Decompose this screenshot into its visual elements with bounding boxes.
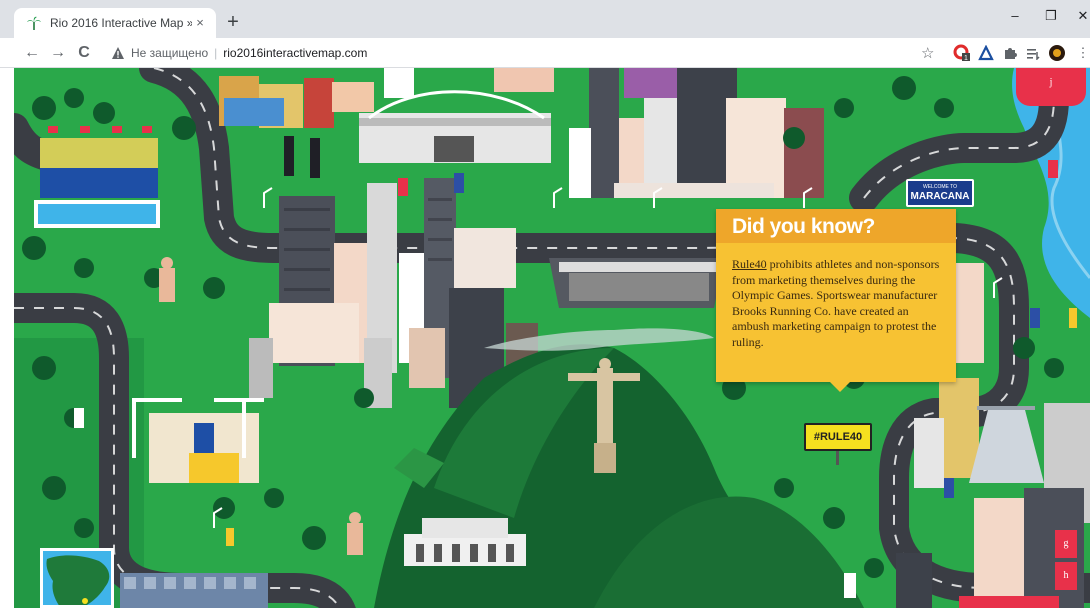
reading-list-icon[interactable] [1024, 44, 1042, 62]
brazil-shape-icon [46, 555, 110, 605]
category-tab-h[interactable]: h [1055, 562, 1077, 590]
restore-button[interactable]: ❐ [1036, 8, 1066, 24]
tab-title: Rio 2016 Interactive Map » From [50, 16, 192, 30]
security-label[interactable]: Не защищено [131, 46, 208, 60]
category-tab-j[interactable]: j [1016, 68, 1086, 106]
reload-button[interactable]: C [74, 43, 94, 63]
url-text[interactable]: rio2016interactivemap.com [223, 46, 367, 60]
maracana-sign-title: MARACANA [910, 191, 970, 202]
rule40-link[interactable]: Rule40 [732, 257, 767, 271]
minimap-brazil[interactable] [40, 548, 114, 608]
close-window-button[interactable]: ✕ [1068, 8, 1090, 24]
category-tab-g[interactable]: g [1055, 530, 1077, 558]
card-title: Did you know? [732, 215, 875, 238]
card-header: Did you know? [716, 209, 956, 243]
did-you-know-card: Did you know? Rule40 prohibits athletes … [716, 209, 956, 392]
extension-badge: 1 [964, 55, 968, 62]
card-pointer [830, 382, 850, 392]
museum-building [404, 518, 526, 566]
aquatics-venue [34, 126, 160, 228]
interactive-map[interactable]: WELCOME TO MARACANA #RULE40 Did you know… [14, 68, 1090, 608]
browser-tab[interactable]: Rio 2016 Interactive Map » From × [14, 8, 216, 38]
new-tab-button[interactable]: + [222, 12, 244, 34]
extension-triangle-icon[interactable] [977, 44, 995, 62]
maracana-sign-small-text: WELCOME TO [923, 184, 957, 190]
extensions-puzzle-icon[interactable] [1001, 44, 1019, 62]
category-tab-bar[interactable] [959, 596, 1059, 608]
maracana-stadium [549, 258, 724, 308]
forward-button[interactable]: → [48, 43, 68, 63]
profile-avatar[interactable] [1048, 44, 1066, 62]
bookmark-star-icon[interactable]: ☆ [921, 44, 934, 62]
tab-close-icon[interactable]: × [192, 15, 208, 31]
extension-red-c-icon[interactable]: 1 [953, 44, 971, 62]
menu-dots-icon[interactable]: ⋮ [1074, 44, 1090, 62]
card-body: Rule40 prohibits athletes and non-sponso… [716, 243, 956, 350]
minimize-button[interactable]: – [1000, 8, 1030, 23]
back-button[interactable]: ← [22, 43, 42, 63]
tab-strip: Rio 2016 Interactive Map » From × + – ❐ … [0, 0, 1090, 38]
warning-icon[interactable] [111, 46, 125, 60]
rule40-hashtag-sign[interactable]: #RULE40 [804, 423, 872, 451]
address-bar[interactable]: Не защищено | rio2016interactivemap.com [103, 41, 943, 65]
maracana-welcome-sign: WELCOME TO MARACANA [906, 179, 974, 207]
palm-tree-favicon-icon [26, 15, 42, 31]
omnibox-divider: | [214, 46, 218, 60]
sign-pole [836, 451, 839, 465]
browser-toolbar: ← → C Не защищено | rio2016interactivema… [0, 38, 1090, 68]
